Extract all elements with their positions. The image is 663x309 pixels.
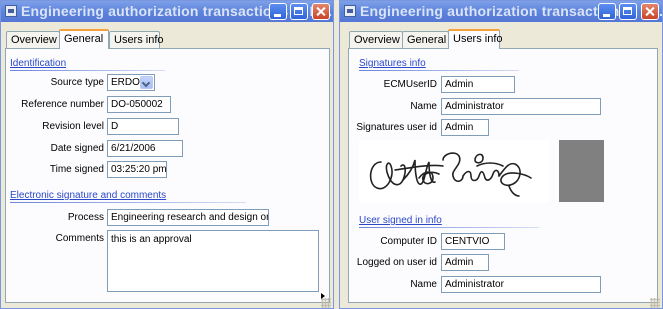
identification-section-title: Identification [10, 58, 67, 69]
maximize-icon[interactable] [290, 3, 308, 20]
title-bar[interactable]: Engineering authorization transactions -… [1, 1, 333, 22]
signatures-section-title: Signatures info [359, 58, 426, 69]
section-divider [359, 70, 519, 71]
section-divider [10, 70, 165, 71]
section-divider [10, 202, 246, 203]
process-field[interactable]: Engineering research and design order [107, 209, 269, 226]
chevron-down-icon[interactable] [140, 76, 153, 89]
comments-label: Comments [55, 233, 104, 244]
tab-general[interactable]: General [59, 29, 109, 49]
minimize-icon[interactable] [598, 3, 616, 20]
window-app-icon[interactable] [344, 5, 356, 17]
computer-id-field[interactable]: CENTVIO [441, 233, 505, 250]
resize-grip-icon[interactable] [650, 298, 660, 308]
signature-image [359, 140, 549, 202]
logged-on-user-id-field[interactable]: Admin [441, 254, 489, 271]
reference-number-field[interactable]: DO-050002 [107, 96, 171, 113]
ecm-user-id-field[interactable]: Admin [441, 76, 515, 93]
window-title: Engineering authorization transactions -… [360, 3, 663, 19]
right-window: Engineering authorization transactions -… [339, 0, 663, 309]
tab-general[interactable]: General [402, 31, 449, 48]
general-panel: Identification Source type ERDO Referenc… [5, 48, 330, 303]
window-app-icon[interactable] [5, 5, 17, 17]
user-signed-in-section-title: User signed in info [359, 215, 442, 226]
revision-level-field[interactable]: D [107, 118, 179, 135]
tab-users-info[interactable]: Users info [109, 31, 164, 48]
ecm-user-id-label: ECMUserID [383, 79, 437, 90]
time-signed-field[interactable]: 03:25:20 pm [107, 161, 167, 178]
resize-grip-icon[interactable] [321, 298, 331, 308]
esig-section-title: Electronic signature and comments [10, 190, 167, 201]
maximize-icon[interactable] [619, 3, 637, 20]
left-window: Engineering authorization transactions -… [0, 0, 334, 309]
process-label: Process [67, 212, 104, 223]
tab-users-info[interactable]: Users info [448, 29, 503, 49]
close-icon[interactable] [312, 3, 330, 20]
signature-placeholder-block [559, 140, 604, 202]
sig-user-id-field[interactable]: Admin [441, 119, 489, 136]
source-type-value: ERDO [111, 77, 140, 88]
section-divider [359, 227, 539, 228]
source-type-label: Source type [50, 77, 104, 88]
signed-in-name-label: Name [410, 279, 437, 290]
users-info-panel: Signatures info ECMUserID Admin Name Adm… [348, 48, 658, 303]
close-icon[interactable] [641, 3, 659, 20]
reference-number-label: Reference number [21, 99, 104, 110]
sig-user-id-label: Signatures user id [356, 122, 437, 133]
name-label: Name [410, 101, 437, 112]
computer-id-label: Computer ID [380, 236, 437, 247]
date-signed-field[interactable]: 6/21/2006 [107, 140, 183, 157]
tab-overview[interactable]: Overview [6, 31, 60, 48]
date-signed-label: Date signed [50, 143, 104, 154]
minimize-icon[interactable] [269, 3, 287, 20]
signed-in-name-field[interactable]: Administrator [441, 276, 601, 293]
logged-on-user-id-label: Logged on user id [356, 257, 437, 268]
source-type-select[interactable]: ERDO [107, 74, 155, 91]
comments-textarea[interactable]: this is an approval [107, 230, 319, 292]
tab-overview[interactable]: Overview [349, 31, 403, 48]
name-field[interactable]: Administrator [441, 98, 601, 115]
revision-level-label: Revision level [42, 121, 104, 132]
time-signed-label: Time signed [49, 164, 104, 175]
title-bar[interactable]: Engineering authorization transactions -… [340, 1, 662, 22]
